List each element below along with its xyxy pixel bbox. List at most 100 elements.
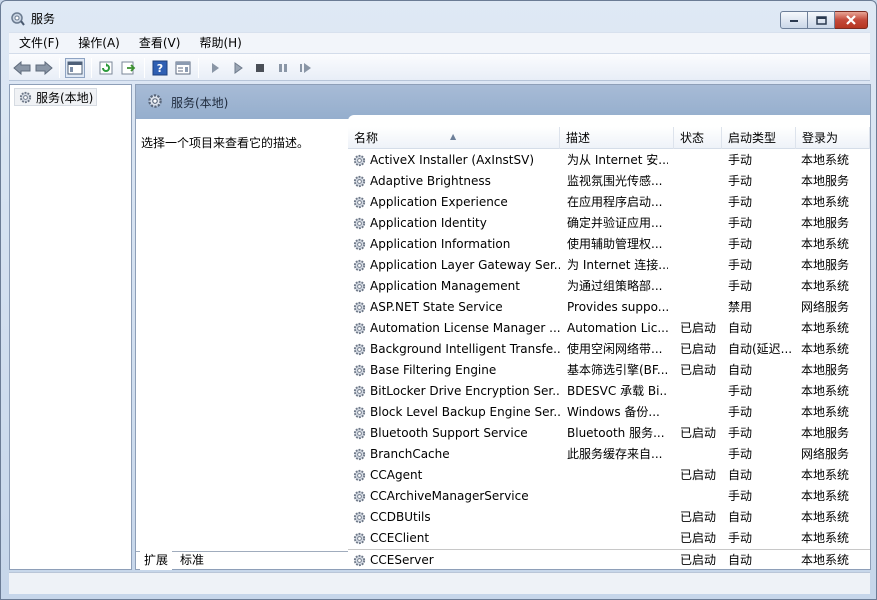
service-row[interactable]: CCAgent 已启动 自动 本地系统 <box>348 465 870 486</box>
forward-button[interactable] <box>34 58 54 78</box>
service-startup-type: 自动 <box>728 510 753 524</box>
service-gear-icon <box>353 511 366 524</box>
service-description <box>567 507 668 528</box>
service-startup-type: 自动 <box>728 468 753 482</box>
service-description: 使用辅助管理权... <box>567 237 663 251</box>
help-button[interactable]: ? <box>150 58 170 78</box>
service-name: Automation License Manager ... <box>370 321 560 335</box>
menu-action[interactable]: 操作(A) <box>68 33 129 53</box>
service-row[interactable]: Application Management 为通过组策略部... 手动 本地系统 <box>348 276 870 297</box>
service-row[interactable]: BitLocker Drive Encryption Ser... BDESVC … <box>348 381 870 402</box>
service-row[interactable]: ActiveX Installer (AxInstSV) 为从 Internet … <box>348 150 870 171</box>
service-row[interactable]: CCArchiveManagerService 手动 本地系统 <box>348 486 870 507</box>
pause-service-button[interactable] <box>273 58 293 78</box>
service-description <box>567 465 668 486</box>
service-row[interactable]: Background Intelligent Transfe... 使用空闲网络带… <box>348 339 870 360</box>
panel-header: 服务(本地) <box>136 85 870 119</box>
service-gear-icon <box>353 427 366 440</box>
service-row[interactable]: Bluetooth Support Service Bluetooth 服务...… <box>348 423 870 444</box>
service-startup-type: 自动(延迟... <box>728 342 793 356</box>
details-pane: 服务(本地) 选择一个项目来查看它的描述。 名称 ▲ 描述 状态 启动类型 登录… <box>135 84 871 570</box>
list-header: 名称 ▲ 描述 状态 启动类型 登录为 <box>348 127 870 149</box>
service-status <box>680 150 724 171</box>
service-name: CCEClient <box>370 531 430 545</box>
service-row[interactable]: CCEClient 已启动 手动 本地系统 <box>348 528 870 549</box>
panel-title: 服务(本地) <box>171 96 229 110</box>
export-list-icon <box>121 61 136 75</box>
service-status: 已启动 <box>680 426 717 440</box>
start-service-alt-button[interactable] <box>228 58 248 78</box>
column-header-logon-as[interactable]: 登录为 <box>796 127 870 149</box>
menu-help[interactable]: 帮助(H) <box>189 33 250 53</box>
service-gear-icon <box>353 175 366 188</box>
service-row[interactable]: BranchCache 此服务缓存来自... 手动 网络服务 <box>348 444 870 465</box>
refresh-button[interactable] <box>96 58 116 78</box>
service-logon-as: 本地系统 <box>801 195 850 209</box>
menu-view[interactable]: 查看(V) <box>129 33 190 53</box>
service-startup-type: 自动 <box>728 363 753 377</box>
minimize-button[interactable] <box>780 11 808 29</box>
properties-button[interactable] <box>173 58 193 78</box>
service-row[interactable]: Automation License Manager ... Automation… <box>348 318 870 339</box>
service-startup-type: 自动 <box>728 553 753 567</box>
title-bar[interactable]: 服务 <box>1 1 876 31</box>
column-header-startup-type[interactable]: 启动类型 <box>722 127 796 149</box>
service-gear-icon <box>353 154 366 167</box>
service-row[interactable]: Application Layer Gateway Ser... 为 Intern… <box>348 255 870 276</box>
service-status: 已启动 <box>680 531 717 545</box>
menu-file[interactable]: 文件(F) <box>9 33 68 53</box>
service-description <box>567 550 668 569</box>
service-gear-icon <box>353 406 366 419</box>
service-logon-as: 本地系统 <box>801 468 850 482</box>
back-button[interactable] <box>12 58 32 78</box>
service-row[interactable]: CCEServer 已启动 自动 本地系统 <box>348 549 870 569</box>
service-status <box>680 192 724 213</box>
service-name: CCEServer <box>370 553 434 567</box>
column-header-name[interactable]: 名称 ▲ <box>348 127 560 149</box>
service-logon-as: 本地系统 <box>801 153 850 167</box>
service-description: 使用空闲网络带... <box>567 342 663 356</box>
tree-item-services-local[interactable]: 服务(本地) <box>14 88 98 106</box>
properties-icon <box>175 61 191 75</box>
tree-item-label: 服务(本地) <box>36 90 94 105</box>
service-row[interactable]: Adaptive Brightness 监视氛围光传感... 手动 本地服务 <box>348 171 870 192</box>
tab-extended[interactable]: 扩展 <box>140 551 173 570</box>
console-tree-pane: 服务(本地) <box>9 84 132 570</box>
service-gear-icon <box>353 322 366 335</box>
column-header-description[interactable]: 描述 <box>560 127 674 149</box>
service-row[interactable]: ASP.NET State Service Provides suppo... 禁用… <box>348 297 870 318</box>
stop-service-button[interactable] <box>250 58 270 78</box>
service-row[interactable]: Application Information 使用辅助管理权... 手动 本地系统 <box>348 234 870 255</box>
service-logon-as: 本地服务 <box>801 216 850 230</box>
maximize-button[interactable] <box>808 11 835 29</box>
restart-service-button[interactable] <box>296 58 316 78</box>
start-service-button[interactable] <box>205 58 225 78</box>
service-logon-as: 本地系统 <box>801 405 850 419</box>
service-row[interactable]: Block Level Backup Engine Ser... Windows … <box>348 402 870 423</box>
service-description: 为从 Internet 安... <box>567 153 668 167</box>
tab-standard[interactable]: 标准 <box>176 551 208 570</box>
service-startup-type: 手动 <box>728 447 753 461</box>
column-header-status[interactable]: 状态 <box>674 127 722 149</box>
service-logon-as: 本地系统 <box>801 384 850 398</box>
service-startup-type: 手动 <box>728 195 753 209</box>
service-status <box>680 276 724 297</box>
menu-bar: 文件(F) 操作(A) 查看(V) 帮助(H) <box>9 32 870 53</box>
service-status: 已启动 <box>680 321 717 335</box>
restart-icon <box>300 63 311 73</box>
stop-icon <box>256 64 264 72</box>
service-logon-as: 网络服务 <box>801 300 850 314</box>
service-status <box>680 444 724 465</box>
service-row[interactable]: Base Filtering Engine 基本筛选引擎(BF... 已启动 自动 本地… <box>348 360 870 381</box>
service-startup-type: 手动 <box>728 531 753 545</box>
show-hide-console-tree-button[interactable] <box>65 58 85 78</box>
service-row[interactable]: Application Identity 确定并验证应用... 手动 本地服务 <box>348 213 870 234</box>
export-list-button[interactable] <box>119 58 139 78</box>
service-row[interactable]: CCDBUtils 已启动 自动 本地系统 <box>348 507 870 528</box>
service-row[interactable]: Application Experience 在应用程序启动... 手动 本地系统 <box>348 192 870 213</box>
service-name: Application Management <box>370 279 520 293</box>
services-gear-icon <box>148 94 162 108</box>
close-button[interactable] <box>835 11 868 29</box>
play-outline-icon <box>234 62 243 74</box>
service-gear-icon <box>353 238 366 251</box>
